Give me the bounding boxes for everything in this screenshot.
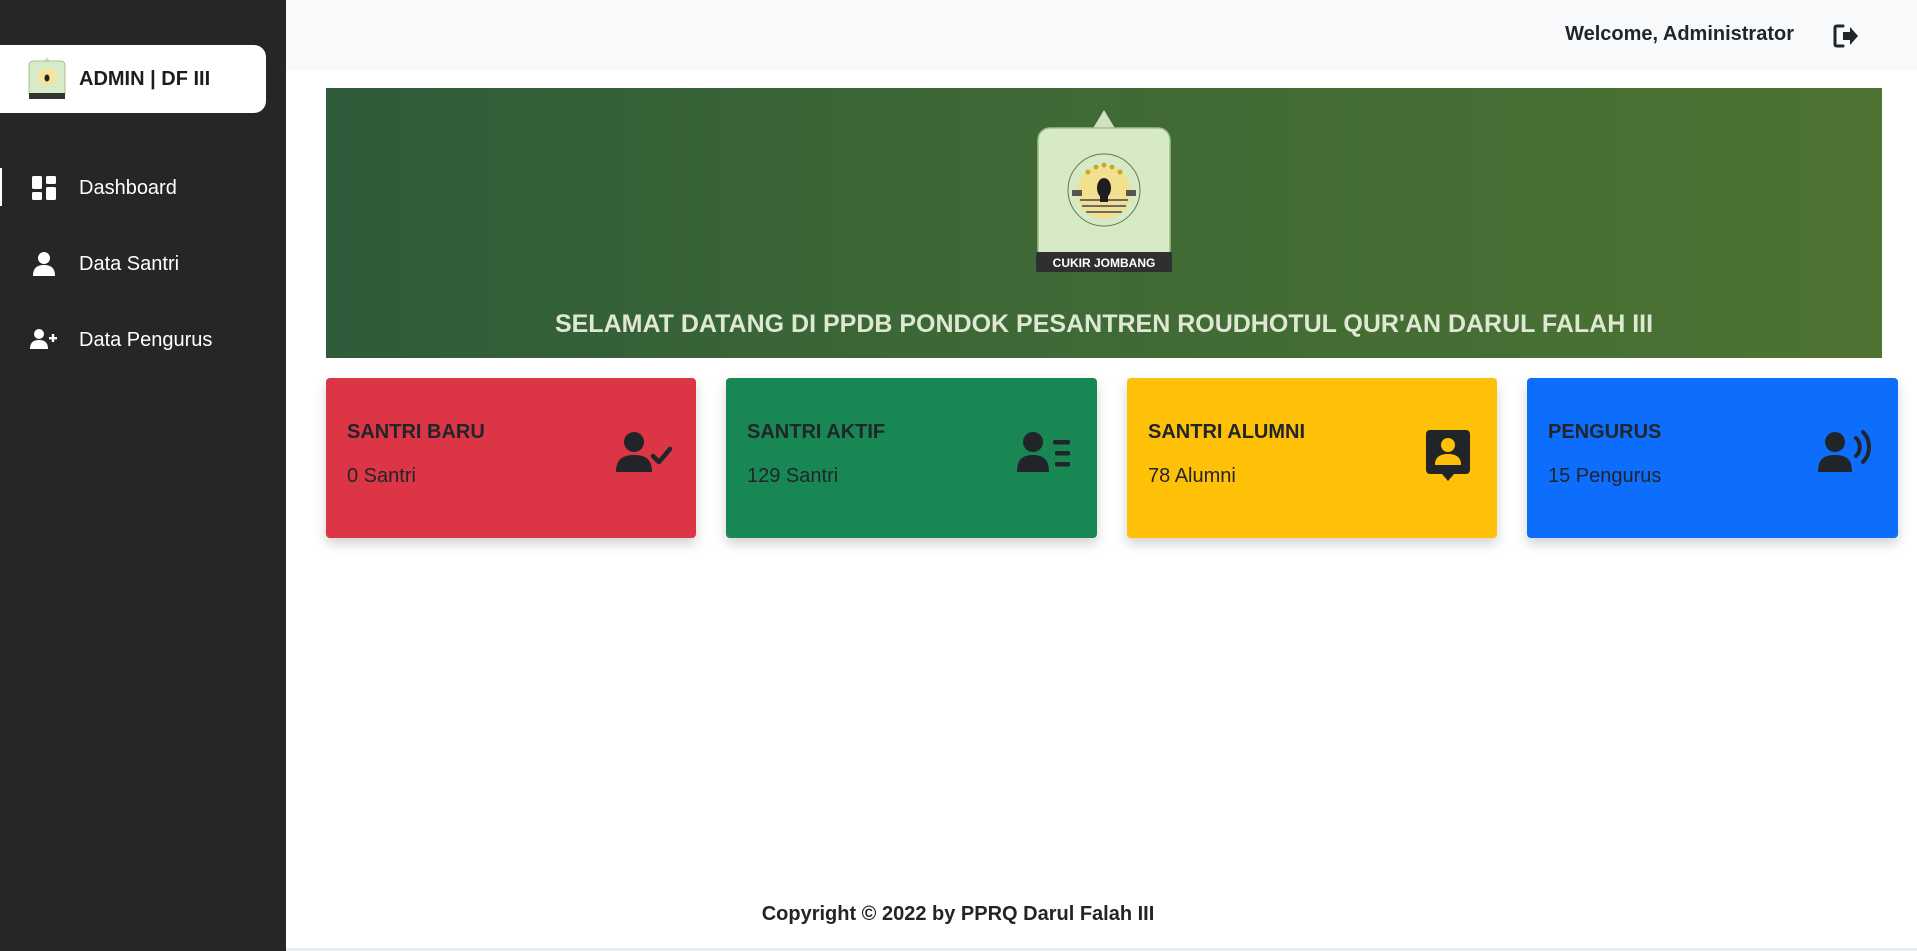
card-title: SANTRI AKTIF <box>747 421 886 443</box>
card-value: 0 Santri <box>347 465 416 487</box>
welcome-banner: CUKIR JOMBANG SELAMAT DATANG DI PPDB PON… <box>326 88 1882 358</box>
sidebar-item-label: Data Pengurus <box>79 328 213 351</box>
card-title: SANTRI BARU <box>347 421 485 443</box>
user-list-icon <box>1017 430 1073 482</box>
footer-copyright: Copyright © 2022 by PPRQ Darul Falah III <box>761 903 1155 925</box>
banner-title: SELAMAT DATANG DI PPDB PONDOK PESANTREN … <box>554 310 1654 338</box>
user-plus-icon <box>30 326 58 354</box>
sidebar-item-dashboard[interactable]: Dashboard <box>0 150 286 226</box>
user-voice-icon <box>1818 430 1874 482</box>
user-check-icon <box>616 430 673 482</box>
sidebar: ADMIN | DF III Dashboard Data Santri Dat… <box>0 0 286 951</box>
sidebar-item-data-pengurus[interactable]: Data Pengurus <box>0 302 286 378</box>
card-value: 78 Alumni <box>1148 465 1236 487</box>
card-title: PENGURUS <box>1548 421 1662 443</box>
card-santri-baru[interactable]: SANTRI BARU 0 Santri <box>326 378 696 538</box>
card-value: 15 Pengurus <box>1548 465 1662 487</box>
card-santri-alumni[interactable]: SANTRI ALUMNI 78 Alumni <box>1127 378 1497 538</box>
card-santri-aktif[interactable]: SANTRI AKTIF 129 Santri <box>726 378 1097 538</box>
user-icon <box>30 250 58 278</box>
card-title: SANTRI ALUMNI <box>1148 421 1306 443</box>
sidebar-item-label: Data Santri <box>79 252 180 275</box>
top-bar: Welcome, Administrator <box>286 0 1917 70</box>
emblem-caption: CUKIR JOMBANG <box>1053 256 1156 270</box>
sidebar-item-label: Dashboard <box>79 176 177 199</box>
school-emblem-icon: CUKIR JOMBANG <box>1036 110 1172 276</box>
brand-header[interactable]: ADMIN | DF III <box>0 45 266 113</box>
sidebar-nav: Dashboard Data Santri Data Pengurus <box>0 150 286 378</box>
brand-label: ADMIN | DF III <box>79 67 211 90</box>
school-logo-icon <box>27 57 67 101</box>
welcome-message: Welcome, Administrator <box>1565 23 1794 45</box>
card-pengurus[interactable]: PENGURUS 15 Pengurus <box>1527 378 1898 538</box>
sidebar-item-data-santri[interactable]: Data Santri <box>0 226 286 302</box>
logout-icon[interactable] <box>1831 21 1861 51</box>
card-value: 129 Santri <box>747 465 839 487</box>
user-badge-icon <box>1417 430 1473 482</box>
dashboard-icon <box>30 174 58 202</box>
